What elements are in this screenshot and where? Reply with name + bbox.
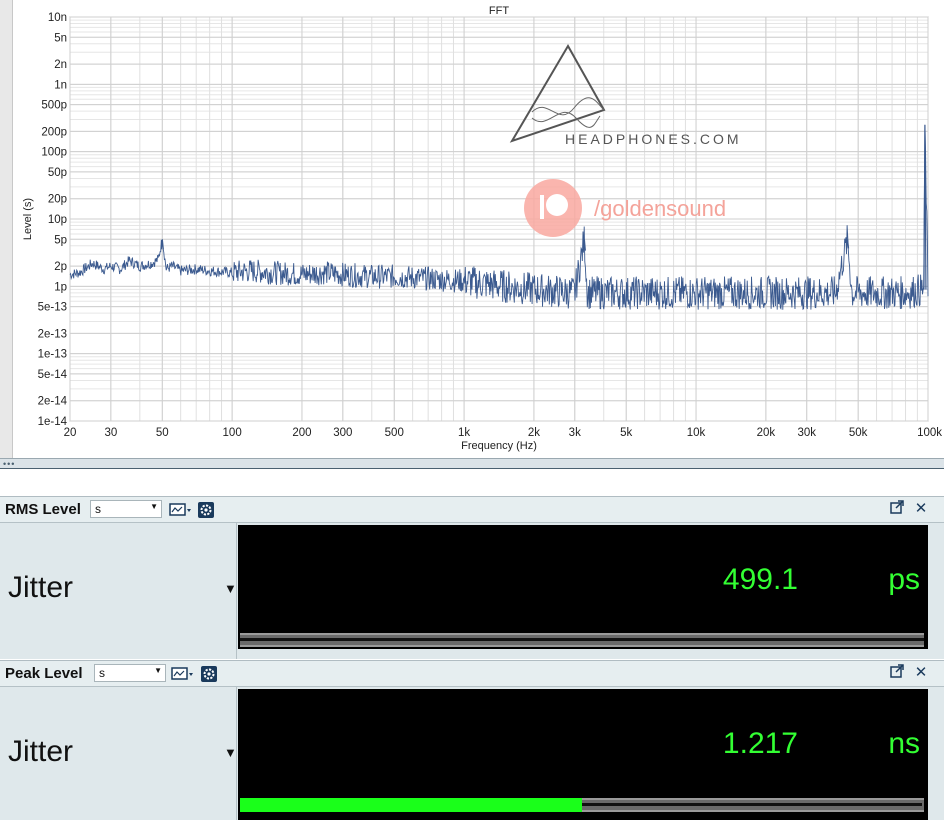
monitor-icon [169, 503, 191, 516]
fft-chart[interactable]: HEADPHONES.COM/goldensound 10n 5n 2n 1n 500p 2… [0, 0, 944, 458]
close-icon[interactable]: ✕ [912, 664, 930, 682]
level-bar-fill [240, 798, 582, 812]
y-tick-label: 50p [48, 167, 67, 179]
y-tick-label: 10p [48, 214, 67, 226]
x-tick-label: 100 [223, 427, 242, 439]
x-tick-label: 5k [620, 427, 632, 439]
chart-title: FFT [489, 5, 509, 17]
close-icon[interactable]: ✕ [912, 500, 930, 518]
x-tick-label: 500 [385, 427, 404, 439]
measurement-dropdown-icon[interactable]: ▼ [224, 581, 237, 596]
y-tick-label: 5p [54, 234, 67, 246]
y-tick-label: 20p [48, 194, 67, 206]
y-tick-label: 2e-13 [38, 328, 67, 340]
y-tick-label: 1p [54, 281, 67, 293]
unit-select-value: s [95, 502, 101, 516]
x-tick-label: 20 [64, 427, 77, 439]
goldensound-logo-dot [546, 194, 568, 216]
meter-body: Jitter ▼ 499.1 ps [0, 523, 944, 659]
gear-icon [201, 666, 217, 682]
x-tick-label: 3k [569, 427, 581, 439]
goldensound-watermark: /goldensound [594, 196, 726, 221]
x-tick-label: 100k [917, 427, 942, 439]
x-axis-label: Frequency (Hz) [461, 440, 537, 452]
settings-button[interactable] [197, 501, 217, 519]
meter-value: 1.217 [722, 727, 798, 760]
popout-icon[interactable] [888, 500, 906, 518]
x-tick-label: 200 [292, 427, 311, 439]
y-tick-label: 2p [54, 261, 67, 273]
y-tick-label: 10n [48, 12, 67, 24]
goldensound-logo-bar [540, 195, 544, 219]
level-bar [240, 633, 924, 647]
meter-unit: ns [888, 727, 920, 760]
y-tick-label: 200p [41, 126, 67, 138]
meter-body: Jitter ▼ 1.217 ns [0, 687, 944, 820]
display-mode-button[interactable] [170, 665, 193, 683]
x-tick-label: 1k [458, 427, 470, 439]
y-tick-label: 1n [54, 79, 67, 91]
chevron-down-icon: ▼ [150, 502, 158, 511]
x-tick-label: 30k [797, 427, 816, 439]
x-tick-label: 2k [528, 427, 540, 439]
meter-display: 1.217 ns [238, 689, 928, 820]
y-tick-label: 2e-14 [38, 396, 68, 408]
chevron-down-icon: ▼ [154, 666, 162, 675]
popout-icon[interactable] [888, 664, 906, 682]
unit-select-value: s [99, 666, 105, 680]
x-tick-label: 50k [849, 427, 868, 439]
level-bar [240, 798, 924, 812]
meter-label-area: Jitter ▼ [0, 687, 237, 820]
meter-unit: ps [888, 563, 920, 596]
peak-level-meter: Peak Level s ▼ ✕ Jitter ▼ 1.217 ns [0, 660, 944, 820]
x-tick-label: 10k [687, 427, 706, 439]
y-tick-label: 2n [54, 59, 67, 71]
y-tick-label: 500p [41, 100, 67, 112]
measurement-dropdown-icon[interactable]: ▼ [224, 745, 237, 760]
meter-display: 499.1 ps [238, 525, 928, 649]
meter-title: RMS Level [5, 501, 81, 518]
unit-select[interactable]: s ▼ [90, 500, 162, 518]
x-tick-label: 30 [104, 427, 117, 439]
y-axis-label: Level (s) [22, 198, 34, 240]
headphones-watermark: HEADPHONES.COM [565, 131, 742, 147]
y-tick-label: 1e-13 [38, 349, 67, 361]
monitor-icon [171, 667, 193, 680]
meter-header: Peak Level s ▼ ✕ [0, 661, 944, 687]
settings-button[interactable] [200, 665, 220, 683]
spacer [0, 469, 944, 496]
y-tick-label: 5e-13 [38, 302, 67, 314]
y-tick-label: 5e-14 [38, 369, 68, 381]
display-mode-button[interactable] [168, 501, 191, 519]
gear-icon [198, 502, 214, 518]
x-tick-label: 20k [757, 427, 776, 439]
measurement-label: Jitter [8, 571, 74, 604]
x-tick-label: 300 [333, 427, 352, 439]
y-tick-label: 100p [41, 147, 67, 159]
meter-label-area: Jitter ▼ [0, 523, 237, 659]
meter-value: 499.1 [722, 563, 798, 596]
unit-select[interactable]: s ▼ [94, 664, 166, 682]
meter-header: RMS Level s ▼ ✕ [0, 497, 944, 523]
rms-level-meter: RMS Level s ▼ ✕ Jitter ▼ 499.1 ps [0, 496, 944, 659]
fft-chart-panel: HEADPHONES.COM/goldensound 10n 5n 2n 1n 500p 2… [0, 0, 944, 458]
y-tick-label: 5n [54, 32, 67, 44]
x-tick-label: 50 [156, 427, 169, 439]
meter-title: Peak Level [5, 665, 83, 682]
measurement-label: Jitter [8, 735, 74, 768]
